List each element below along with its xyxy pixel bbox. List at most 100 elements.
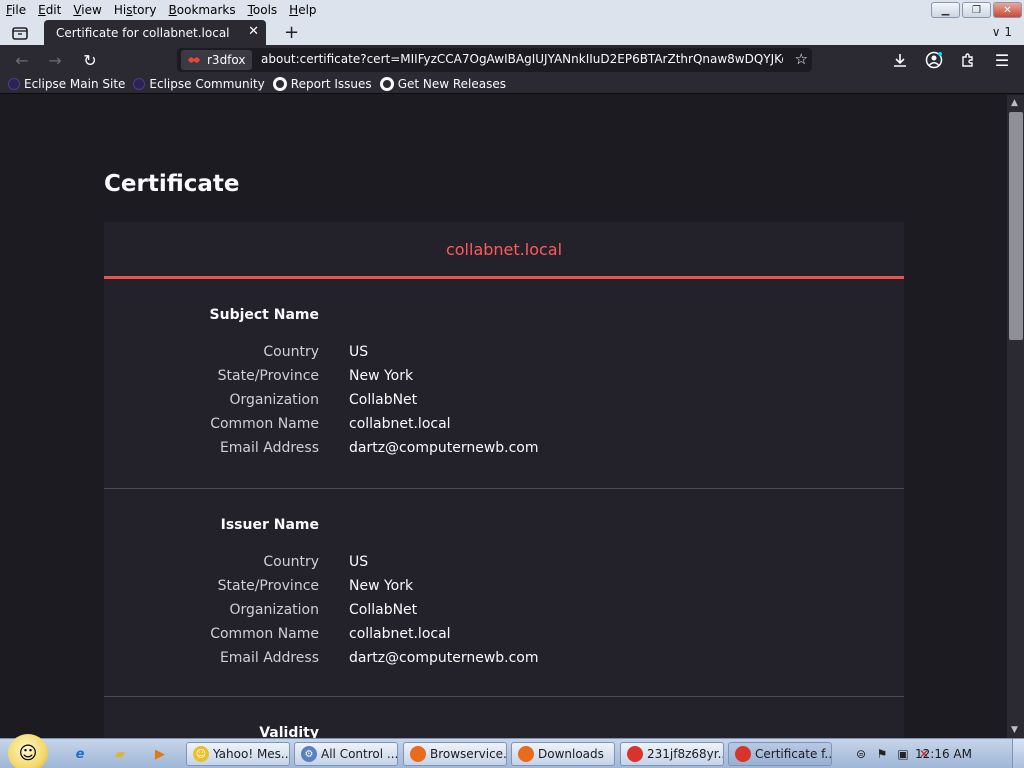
identity-box[interactable]: r3dfox — [181, 50, 253, 70]
info-row: Organization CollabNet — [229, 392, 418, 408]
scroll-down-icon[interactable]: ▼ — [1011, 725, 1018, 735]
tab-certificate[interactable]: Certificate for collabnet.local ✕ — [44, 20, 266, 45]
flag-icon[interactable]: ⚑ — [874, 746, 890, 762]
list-all-tabs-button[interactable]: ∨ 1 — [992, 25, 1012, 39]
menu-help[interactable]: Help — [283, 3, 322, 17]
certificate-page: Certificate collabnet.local Subject Name… — [0, 95, 1007, 738]
yahoo-messenger-icon: ☺ — [193, 746, 209, 762]
taskbar: ☺ e ▰ ▶ ☺ Yahoo! Mes... ⚙ All Control ... … — [0, 734, 1024, 768]
minimize-button[interactable]: ▁ — [931, 2, 960, 18]
bookmark-get-new-releases[interactable]: Get New Releases — [379, 76, 506, 91]
bookmark-report-issues[interactable]: Report Issues — [272, 76, 372, 91]
menu-view[interactable]: View — [67, 3, 107, 17]
task-control-panel[interactable]: ⚙ All Control ... — [294, 742, 398, 766]
r3dfox-icon — [188, 57, 200, 63]
quicklaunch-ie[interactable]: e — [70, 744, 90, 764]
task-certificate[interactable]: Certificate f... — [728, 742, 832, 766]
firefox-view-button[interactable] — [10, 24, 30, 42]
account-button[interactable] — [923, 49, 945, 71]
network-icon[interactable]: ⊜ — [853, 746, 869, 762]
info-row: Country US — [263, 344, 369, 360]
certificate-card: collabnet.local Subject Name Country US S… — [104, 222, 904, 738]
bookmark-eclipse-main-site[interactable]: Eclipse Main Site — [8, 77, 125, 91]
clock[interactable]: 12:16 AM — [915, 747, 972, 761]
extensions-button[interactable] — [957, 49, 979, 71]
section-heading: Subject Name — [209, 307, 319, 323]
eclipse-icon — [133, 77, 146, 90]
info-row: State/Province New York — [217, 578, 414, 594]
github-icon — [272, 76, 287, 91]
info-row: Country US — [263, 554, 369, 570]
r3dfox-icon — [735, 746, 751, 762]
internet-explorer-icon: e — [75, 746, 85, 762]
section-heading: Issuer Name — [220, 517, 319, 533]
start-button[interactable]: ☺ — [8, 734, 48, 768]
folder-icon: ▰ — [115, 746, 125, 762]
window-controls: ▁ ❐ ✕ — [931, 2, 1022, 18]
tab-bar: Certificate for collabnet.local ✕ + ∨ 1 — [0, 20, 1024, 45]
back-arrow-icon: ← — [15, 50, 29, 70]
control-panel-icon: ⚙ — [301, 746, 317, 762]
menu-bar: File Edit View History Bookmarks Tools H… — [0, 0, 1024, 20]
restore-button[interactable]: ❐ — [962, 2, 991, 18]
quicklaunch-media[interactable]: ▶ — [150, 744, 170, 764]
url-text[interactable]: about:certificate?cert=MIIFyzCCA7OgAwIBA… — [261, 52, 783, 66]
info-row: Email Address dartz@computernewb.com — [219, 650, 539, 666]
reload-button[interactable]: ↻ — [79, 49, 101, 71]
subject-name-section: Subject Name Country US State/Province New… — [104, 279, 904, 489]
new-tab-button[interactable]: + — [284, 22, 299, 43]
certificate-tab-collabnet[interactable]: collabnet.local — [104, 222, 904, 279]
info-row: Common Name collabnet.local — [210, 626, 451, 642]
vertical-scrollbar[interactable]: ▲ ▼ — [1007, 95, 1024, 738]
account-icon — [925, 51, 943, 69]
smiley-icon: ☺ — [18, 742, 38, 764]
task-downloads[interactable]: Downloads — [511, 742, 615, 766]
info-row: State/Province New York — [217, 368, 414, 384]
hamburger-icon: ☰ — [994, 50, 1010, 70]
forward-button[interactable]: → — [44, 49, 66, 71]
forward-arrow-icon: → — [48, 50, 62, 70]
task-r3dfox-window[interactable]: 231jf8z68yr... — [620, 742, 724, 766]
menu-tools[interactable]: Tools — [242, 3, 284, 17]
bookmark-star-icon[interactable]: ☆ — [795, 50, 808, 68]
issuer-name-section: Issuer Name Country US State/Province New … — [104, 489, 904, 697]
back-button[interactable]: ← — [11, 49, 33, 71]
url-bar[interactable]: r3dfox about:certificate?cert=MIIFyzCCA7… — [177, 48, 812, 72]
scroll-up-icon[interactable]: ▲ — [1011, 98, 1018, 108]
task-yahoo-messenger[interactable]: ☺ Yahoo! Mes... — [186, 742, 290, 766]
info-row: Common Name collabnet.local — [210, 416, 451, 432]
minimize-icon: ▁ — [941, 4, 950, 16]
firefox-icon — [518, 746, 534, 762]
restore-icon: ❐ — [972, 4, 981, 16]
close-tab-icon[interactable]: ✕ — [248, 24, 259, 39]
menu-history[interactable]: History — [108, 3, 163, 17]
download-icon — [894, 54, 906, 67]
scrollbar-thumb[interactable] — [1009, 112, 1023, 340]
navigation-bar: ← → ↻ r3dfox about:certificate?cert=MIIF… — [0, 45, 1024, 74]
info-row: Organization CollabNet — [229, 602, 418, 618]
info-row: Email Address dartz@computernewb.com — [219, 440, 539, 456]
show-desktop-button[interactable] — [1012, 739, 1024, 768]
close-window-button[interactable]: ✕ — [993, 2, 1022, 18]
github-icon — [379, 76, 394, 91]
media-player-icon: ▶ — [155, 746, 165, 762]
tab-list-icon — [12, 27, 28, 40]
plus-icon: + — [284, 22, 300, 43]
app-menu-button[interactable]: ☰ — [991, 49, 1013, 71]
menu-bookmarks[interactable]: Bookmarks — [163, 3, 242, 17]
puzzle-icon — [962, 53, 973, 67]
display-icon[interactable]: ▣ — [895, 746, 911, 762]
chevron-down-icon: ∨ — [991, 25, 1001, 39]
page-title: Certificate — [104, 171, 240, 197]
menu-edit[interactable]: Edit — [32, 3, 67, 17]
quicklaunch-explorer[interactable]: ▰ — [110, 744, 130, 764]
downloads-button[interactable] — [889, 49, 911, 71]
eclipse-icon — [8, 77, 20, 90]
tab-title: Certificate for collabnet.local — [56, 25, 230, 40]
tab-count: 1 — [1004, 25, 1012, 39]
bookmark-eclipse-community[interactable]: Eclipse Community — [133, 77, 265, 91]
identity-label: r3dfox — [207, 53, 246, 67]
task-browservice[interactable]: Browservice... — [403, 742, 507, 766]
close-icon: ✕ — [1003, 4, 1012, 16]
menu-file[interactable]: File — [0, 3, 32, 17]
